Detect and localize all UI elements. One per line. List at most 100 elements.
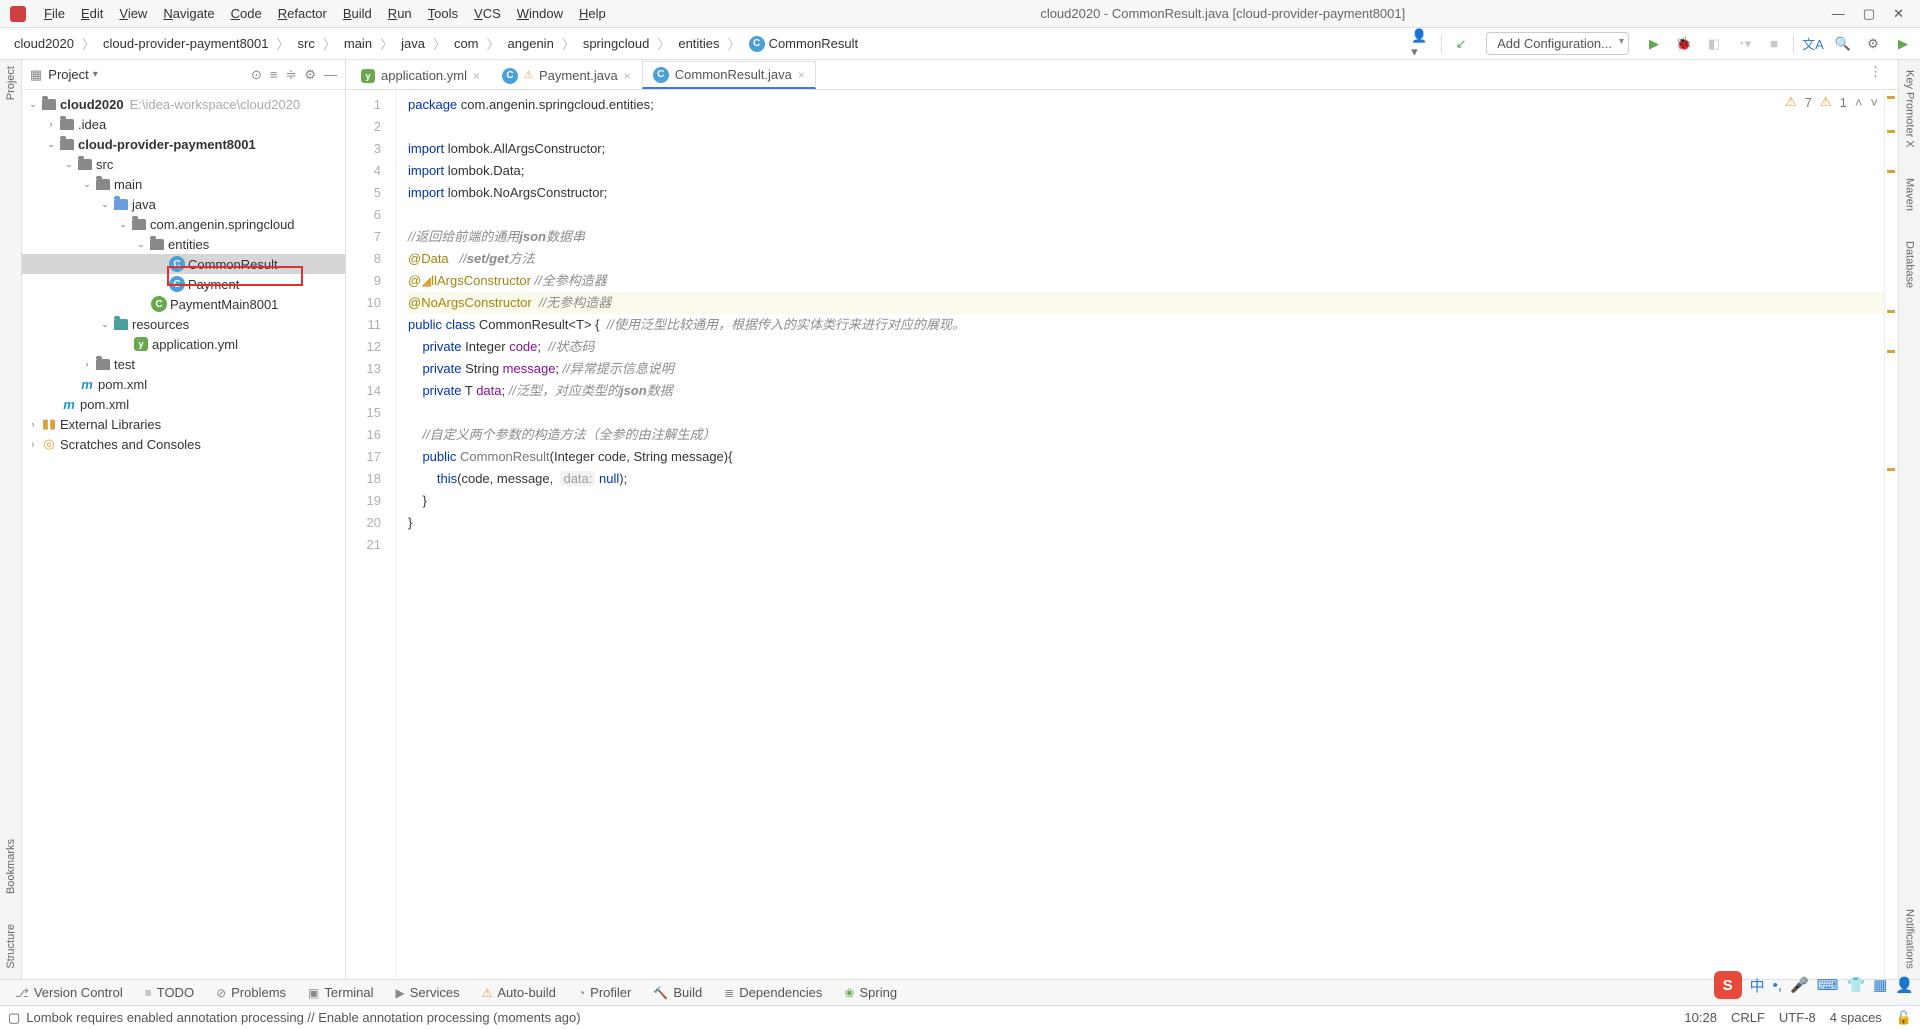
menu-vcs[interactable]: VCS — [466, 6, 509, 21]
run-anything-icon[interactable]: ▶ — [1892, 33, 1914, 55]
search-everywhere-icon[interactable]: 🔍 — [1832, 33, 1854, 55]
maximize-button[interactable]: ▢ — [1863, 6, 1875, 22]
tree-java[interactable]: ⌄ java — [22, 194, 345, 214]
profile-button[interactable]: ◔▾ — [1733, 33, 1755, 55]
code-line[interactable]: import lombok.Data; — [408, 160, 1884, 182]
line-number[interactable]: 21 — [346, 534, 381, 556]
tree-test[interactable]: › test — [22, 354, 345, 374]
line-number[interactable]: 18 — [346, 468, 381, 490]
line-number[interactable]: 1 — [346, 94, 381, 116]
menu-tools[interactable]: Tools — [420, 6, 466, 21]
bottom-services[interactable]: ▶Services — [387, 985, 469, 1000]
ime-punct-icon[interactable]: •, — [1773, 977, 1782, 994]
tree-src[interactable]: ⌄ src — [22, 154, 345, 174]
menu-file[interactable]: File — [36, 6, 73, 21]
project-tree[interactable]: ⌄ cloud2020 E:\idea-workspace\cloud2020 … — [22, 90, 345, 979]
code-line[interactable]: package com.angenin.springcloud.entities… — [408, 94, 1884, 116]
status-line-separator[interactable]: CRLF — [1731, 1010, 1765, 1025]
tree-idea-folder[interactable]: › .idea — [22, 114, 345, 134]
line-number[interactable]: 17 — [346, 446, 381, 468]
crumb-5[interactable]: com — [450, 34, 483, 53]
tool-structure[interactable]: Structure — [5, 924, 17, 969]
coverage-button[interactable]: ◧ — [1703, 33, 1725, 55]
line-number[interactable]: 16 — [346, 424, 381, 446]
tab-close-icon[interactable]: × — [473, 69, 480, 83]
status-readonly-icon[interactable]: 🔓 — [1896, 1010, 1912, 1026]
code-line[interactable]: } — [408, 512, 1884, 534]
code-line[interactable] — [408, 204, 1884, 226]
tool-notifications[interactable]: Notifications — [1904, 909, 1916, 969]
crumb-1[interactable]: cloud-provider-payment8001 — [99, 34, 272, 53]
menu-build[interactable]: Build — [335, 6, 380, 21]
crumb-2[interactable]: src — [294, 34, 319, 53]
ime-voice-icon[interactable]: 🎤 — [1790, 976, 1809, 994]
run-config-selector[interactable]: Add Configuration... — [1486, 32, 1629, 55]
line-number[interactable]: 20 — [346, 512, 381, 534]
menu-window[interactable]: Window — [509, 6, 571, 21]
tool-bookmarks[interactable]: Bookmarks — [5, 839, 17, 894]
code-line[interactable] — [408, 116, 1884, 138]
crumb-9[interactable]: C CommonResult — [745, 34, 863, 54]
bottom-dependencies[interactable]: ≣Dependencies — [715, 985, 831, 1000]
tree-pom-outer[interactable]: m pom.xml — [22, 394, 345, 414]
tree-main[interactable]: ⌄ main — [22, 174, 345, 194]
prev-highlight-icon[interactable]: ˄ — [1855, 95, 1863, 110]
bottom-auto-build[interactable]: ⚠Auto-build — [473, 985, 565, 1000]
bottom-terminal[interactable]: ▣Terminal — [299, 985, 382, 1000]
bottom-profiler[interactable]: ◔Profiler — [569, 985, 640, 1000]
menu-view[interactable]: View — [111, 6, 155, 21]
code-line[interactable]: public CommonResult(Integer code, String… — [408, 446, 1884, 468]
line-number[interactable]: 9 — [346, 270, 381, 292]
error-stripe[interactable] — [1884, 90, 1898, 979]
line-number[interactable]: 3 — [346, 138, 381, 160]
tree-root[interactable]: ⌄ cloud2020 E:\idea-workspace\cloud2020 — [22, 94, 345, 114]
close-button[interactable]: ✕ — [1893, 6, 1904, 22]
line-number[interactable]: 13 — [346, 358, 381, 380]
bottom-todo[interactable]: ≡TODO — [136, 985, 203, 1000]
sogou-ime-icon[interactable]: S — [1714, 971, 1742, 999]
tree-application-yml[interactable]: y application.yml — [22, 334, 345, 354]
code-line[interactable]: import lombok.NoArgsConstructor; — [408, 182, 1884, 204]
minimize-button[interactable]: — — [1832, 6, 1845, 22]
code-line[interactable]: //自定义两个参数的构造方法（全参的由注解生成） — [408, 424, 1884, 446]
tab-commonresult-java[interactable]: CCommonResult.java× — [642, 61, 816, 89]
bottom-spring[interactable]: ❀Spring — [835, 985, 906, 1000]
ime-toolbar[interactable]: S 中 •, 🎤 ⌨ 👕 ▦ 👤 — [1714, 971, 1914, 999]
tab-close-icon[interactable]: × — [624, 69, 631, 83]
code-line[interactable]: @◢llArgsConstructor //全参构造器 — [408, 270, 1884, 292]
inspections-widget[interactable]: ⚠7 ⚠1 ˄ ˅ — [1785, 94, 1878, 110]
crumb-7[interactable]: springcloud — [579, 34, 654, 53]
code-editor[interactable]: package com.angenin.springcloud.entities… — [396, 90, 1884, 979]
crumb-3[interactable]: main — [340, 34, 376, 53]
code-line[interactable]: import lombok.AllArgsConstructor; — [408, 138, 1884, 160]
tree-payment-main[interactable]: C PaymentMain8001 — [22, 294, 345, 314]
line-number[interactable]: 14 — [346, 380, 381, 402]
line-number[interactable]: 10 — [346, 292, 381, 314]
code-line[interactable]: public class CommonResult<T> { //使用泛型比较通… — [408, 314, 1884, 336]
tree-resources[interactable]: ⌄ resources — [22, 314, 345, 334]
tree-package[interactable]: ⌄ com.angenin.springcloud — [22, 214, 345, 234]
debug-button[interactable]: 🐞 — [1673, 33, 1695, 55]
ime-user-icon[interactable]: 👤 — [1895, 976, 1914, 994]
line-number[interactable]: 2 — [346, 116, 381, 138]
crumb-0[interactable]: cloud2020 — [10, 34, 78, 53]
next-highlight-icon[interactable]: ˅ — [1870, 95, 1878, 110]
update-project-icon[interactable]: ↙ — [1450, 33, 1472, 55]
line-number[interactable]: 4 — [346, 160, 381, 182]
code-line[interactable]: private String message; //异常提示信息说明 — [408, 358, 1884, 380]
settings-icon[interactable]: ⚙ — [1862, 33, 1884, 55]
tool-project[interactable]: Project — [5, 66, 17, 100]
status-indent[interactable]: 4 spaces — [1830, 1010, 1882, 1025]
tab-payment-java[interactable]: C⚠Payment.java× — [491, 61, 642, 89]
tool-database[interactable]: Database — [1904, 241, 1916, 288]
tool-settings-icon[interactable]: ⚙ — [304, 67, 316, 83]
status-encoding[interactable]: UTF-8 — [1779, 1010, 1816, 1025]
code-line[interactable]: @Data //set/get方法 — [408, 248, 1884, 270]
code-line[interactable]: } — [408, 490, 1884, 512]
crumb-8[interactable]: entities — [674, 34, 723, 53]
code-line[interactable]: @NoArgsConstructor //无参构造器 — [408, 292, 1884, 314]
tree-module[interactable]: ⌄ cloud-provider-payment8001 — [22, 134, 345, 154]
ime-skin-icon[interactable]: 👕 — [1846, 976, 1865, 994]
menu-refactor[interactable]: Refactor — [270, 6, 335, 21]
locate-file-icon[interactable]: ⊙ — [251, 67, 262, 83]
